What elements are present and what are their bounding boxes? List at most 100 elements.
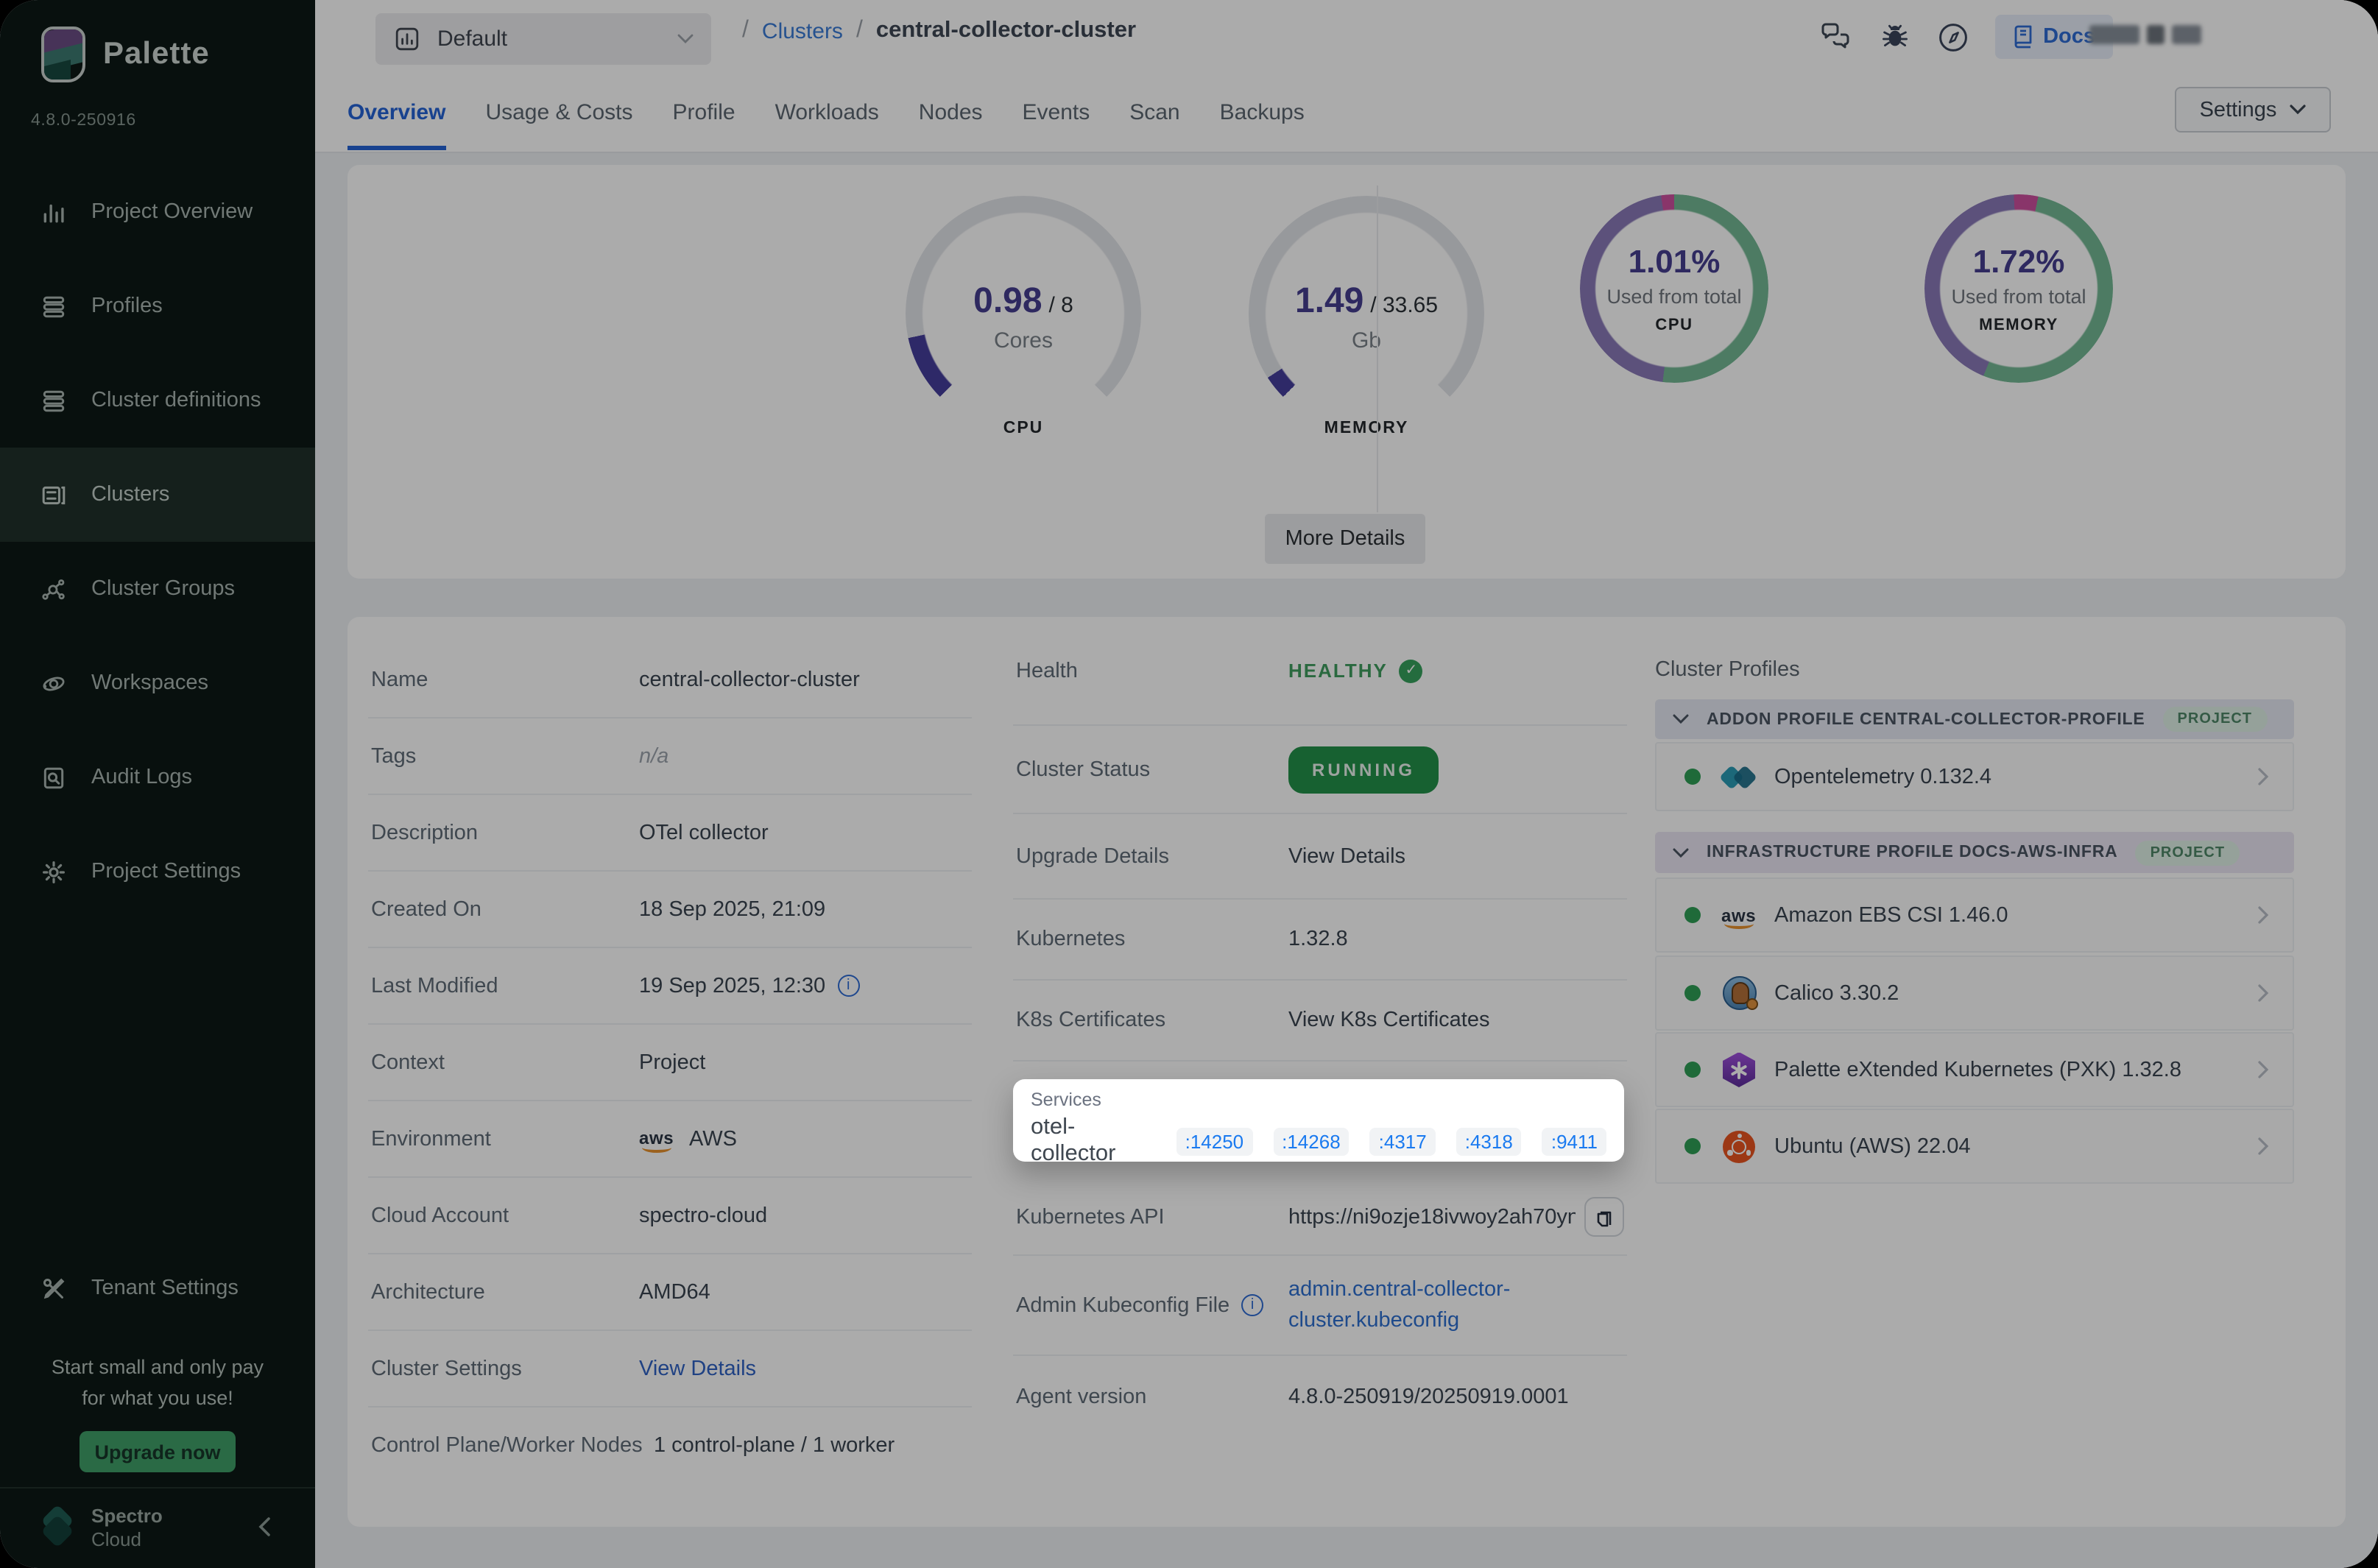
palette-logo[interactable]: Palette (41, 27, 210, 82)
tab-events[interactable]: Events (1023, 74, 1090, 149)
row-label: Cluster Settings (371, 1357, 639, 1380)
copy-api-url-button[interactable] (1584, 1197, 1624, 1237)
row-label: Kubernetes (1016, 928, 1288, 951)
infrastructure-profile-group-header[interactable]: INFRASTRUCTURE PROFILE DOCS-AWS-INFRA PR… (1655, 832, 2294, 873)
row-label: Upgrade Details (1016, 844, 1288, 868)
sidebar-item-cluster-groups[interactable]: Cluster Groups (0, 542, 315, 636)
profile-row-ubuntu[interactable]: Ubuntu (AWS) 22.04 (1655, 1109, 2294, 1184)
service-port-link[interactable]: :4317 (1370, 1127, 1436, 1155)
cloud-account-value: spectro-cloud (639, 1204, 767, 1227)
running-status-badge[interactable]: RUNNING (1288, 746, 1439, 793)
profile-row-amazon-ebs-csi[interactable]: aws Amazon EBS CSI 1.46.0 (1655, 877, 2294, 953)
chevron-down-icon (677, 34, 694, 44)
tab-backups[interactable]: Backups (1220, 74, 1305, 149)
status-row-agent-version: Agent version 4.8.0-250919/20250919.0001 (1013, 1356, 1627, 1438)
tab-profile[interactable]: Profile (673, 74, 735, 149)
description-value: OTel collector (639, 821, 769, 844)
sidebar-item-project-overview[interactable]: Project Overview (0, 165, 315, 259)
info-icon[interactable]: i (837, 975, 859, 997)
detail-row-created-on: Created On 18 Sep 2025, 21:09 (368, 872, 972, 948)
brand-line2: Cloud (91, 1528, 163, 1552)
status-dot-icon (1684, 1062, 1701, 1078)
tab-workloads[interactable]: Workloads (775, 74, 879, 149)
admin-kubeconfig-link[interactable]: admin.central-collector- cluster.kubecon… (1288, 1274, 1510, 1336)
settings-button[interactable]: Settings (2175, 87, 2331, 133)
tags-value: n/a (639, 744, 668, 768)
tab-scan[interactable]: Scan (1129, 74, 1179, 149)
view-k8s-certificates-link[interactable]: View K8s Certificates (1288, 1009, 1489, 1032)
sidebar-item-label: Project Overview (91, 200, 253, 224)
service-port-link[interactable]: :14250 (1176, 1127, 1253, 1155)
service-port-link[interactable]: :9411 (1542, 1127, 1606, 1155)
upgrade-now-button[interactable]: Upgrade now (80, 1431, 236, 1472)
cpu-donut-percent: 1.01% (1629, 243, 1721, 281)
memory-gauge: 1.49 / 33.65 Gb MEMORY (1249, 196, 1484, 431)
feedback-chat-button[interactable] (1818, 19, 1853, 54)
memory-unit-label: Gb (1249, 328, 1484, 353)
detail-row-last-modified: Last Modified 19 Sep 2025, 12:30 i (368, 948, 972, 1025)
project-selector[interactable]: Default (375, 13, 711, 65)
pack-name: Amazon EBS CSI 1.46.0 (1774, 903, 2008, 927)
sidebar-collapse-button[interactable] (258, 1516, 271, 1544)
compass-icon (1938, 21, 1969, 52)
report-bug-button[interactable] (1877, 19, 1912, 54)
cluster-settings-view-details-link[interactable]: View Details (639, 1357, 756, 1380)
memory-used-value: 1.49 (1295, 281, 1363, 321)
user-name-redacted[interactable] (2089, 25, 2201, 44)
created-on-value: 18 Sep 2025, 21:09 (639, 897, 825, 921)
layers-icon (41, 388, 66, 413)
orbit-icon (41, 671, 66, 696)
sidebar-item-profiles[interactable]: Profiles (0, 259, 315, 353)
service-port-link[interactable]: :14268 (1273, 1127, 1349, 1155)
sidebar-item-label: Cluster definitions (91, 389, 261, 412)
pack-name: Calico 3.30.2 (1774, 981, 1899, 1005)
sidebar-item-clusters[interactable]: Clusters (0, 448, 315, 542)
explore-button[interactable] (1936, 19, 1971, 54)
context-value: Project (639, 1050, 705, 1074)
tab-nodes[interactable]: Nodes (919, 74, 983, 149)
aws-logo-icon: aws (639, 1126, 677, 1152)
tab-overview[interactable]: Overview (347, 74, 445, 149)
profile-row-opentelemetry[interactable]: Opentelemetry 0.132.4 (1655, 742, 2294, 811)
upgrade-view-details-link[interactable]: View Details (1288, 844, 1405, 868)
sidebar-item-tenant-settings[interactable]: Tenant Settings (0, 1241, 315, 1335)
cpu-used-value: 0.98 (973, 281, 1042, 321)
cpu-donut-label: CPU (1655, 317, 1693, 334)
info-icon[interactable]: i (1241, 1294, 1263, 1316)
chevron-down-icon (1673, 714, 1689, 724)
profile-row-calico[interactable]: Calico 3.30.2 (1655, 956, 2294, 1031)
details-middle-column: Health HEALTHY ✓ Cluster Status RUNNING … (1013, 617, 1627, 1438)
metrics-divider (1377, 186, 1378, 512)
sidebar: Palette 4.8.0-250916 Project Overview Pr… (0, 0, 315, 1568)
memory-gauge-label: MEMORY (1249, 420, 1484, 437)
chevron-right-icon (2257, 767, 2269, 786)
sidebar-item-label: Tenant Settings (91, 1276, 239, 1300)
chevron-right-icon (2257, 905, 2269, 925)
row-label: Description (371, 821, 639, 844)
pack-name: Ubuntu (AWS) 22.04 (1774, 1134, 1971, 1158)
sidebar-item-project-settings[interactable]: Project Settings (0, 824, 315, 919)
row-label: K8s Certificates (1016, 1009, 1288, 1032)
service-port-link[interactable]: :4318 (1456, 1127, 1522, 1155)
chat-bubbles-icon (1819, 22, 1852, 52)
sidebar-item-audit-logs[interactable]: Audit Logs (0, 730, 315, 824)
calico-logo-icon (1722, 976, 1756, 1010)
sidebar-item-label: Audit Logs (91, 766, 192, 789)
ubuntu-logo-icon (1723, 1130, 1755, 1162)
memory-donut-label: MEMORY (1979, 317, 2058, 334)
sidebar-item-workspaces[interactable]: Workspaces (0, 636, 315, 730)
more-details-button[interactable]: More Details (1265, 514, 1425, 564)
addon-profile-group-header[interactable]: ADDON PROFILE CENTRAL-COLLECTOR-PROFILE … (1655, 699, 2294, 739)
breadcrumb-clusters-link[interactable]: Clusters (762, 18, 843, 43)
services-label: Services (1031, 1090, 1606, 1110)
row-label: Environment (371, 1127, 639, 1151)
profile-row-pxk[interactable]: Palette eXtended Kubernetes (PXK) 1.32.8 (1655, 1032, 2294, 1107)
sidebar-item-cluster-definitions[interactable]: Cluster definitions (0, 353, 315, 448)
status-row-upgrade-details: Upgrade Details View Details (1013, 814, 1627, 900)
tab-usage-costs[interactable]: Usage & Costs (485, 74, 632, 149)
pxk-logo-icon (1723, 1052, 1755, 1087)
cpu-donut-caption: Used from total (1606, 286, 1741, 308)
status-dot-icon (1684, 1138, 1701, 1154)
healthy-check-icon: ✓ (1400, 659, 1423, 682)
row-label: Created On (371, 897, 639, 921)
